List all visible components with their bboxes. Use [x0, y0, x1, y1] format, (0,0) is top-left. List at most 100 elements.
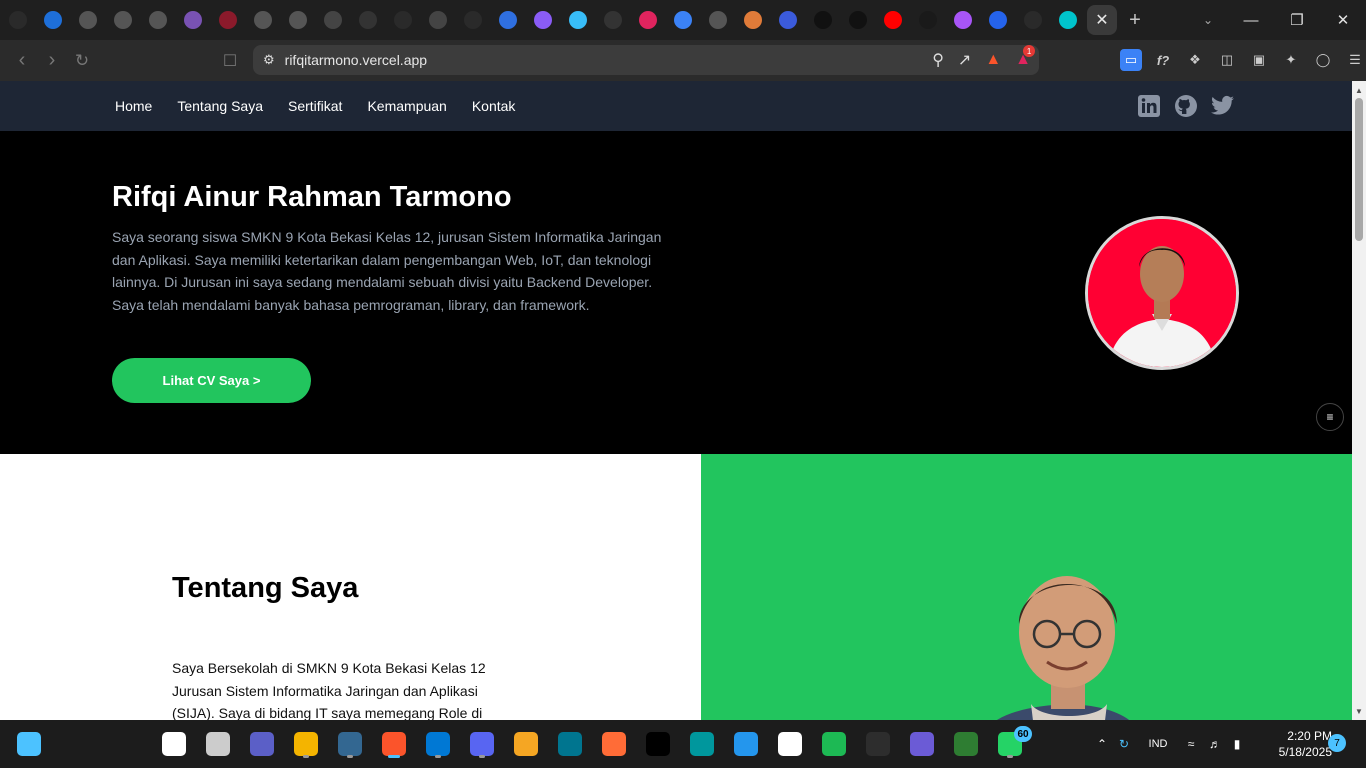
nav-sertifikat[interactable]: Sertifikat — [288, 98, 342, 114]
brave-icon[interactable] — [378, 728, 410, 760]
browser-tab[interactable] — [840, 0, 875, 40]
brave-shields-icon[interactable]: ▲ — [985, 51, 1001, 69]
green-app-icon[interactable] — [950, 728, 982, 760]
leo-ai-icon[interactable]: ✦ — [1280, 49, 1302, 71]
browser-tab[interactable] — [910, 0, 945, 40]
browser-tab[interactable] — [700, 0, 735, 40]
reload-button[interactable]: ↻ — [67, 46, 97, 76]
site-settings-icon[interactable]: ⚙ — [263, 52, 275, 68]
arduino-icon[interactable] — [686, 728, 718, 760]
notes-icon[interactable] — [906, 728, 938, 760]
url-text[interactable]: rifqitarmono.vercel.app — [285, 52, 427, 68]
browser-tab[interactable] — [70, 0, 105, 40]
browser-tab[interactable] — [1050, 0, 1085, 40]
zoom-icon[interactable]: ⚲ — [932, 50, 944, 70]
notion-icon[interactable] — [774, 728, 806, 760]
linkedin-icon[interactable] — [1136, 93, 1161, 118]
nav-tentang-saya[interactable]: Tentang Saya — [177, 98, 263, 114]
close-window-button[interactable]: ✕ — [1320, 0, 1366, 40]
clock[interactable]: 2:20 PM 5/18/2025 — [1262, 728, 1332, 760]
copy-extension-icon[interactable]: ▭ — [1120, 49, 1142, 71]
scroll-down-arrow-icon[interactable]: ▼ — [1352, 704, 1366, 718]
discord-icon[interactable] — [466, 728, 498, 760]
browser-tab[interactable] — [945, 0, 980, 40]
browser-tab[interactable] — [490, 0, 525, 40]
search-icon[interactable] — [158, 728, 190, 760]
minimize-button[interactable]: — — [1228, 0, 1274, 40]
nav-kemampuan[interactable]: Kemampuan — [367, 98, 446, 114]
wifi-icon[interactable]: ≈ — [1178, 737, 1204, 751]
notification-badge[interactable]: 7 — [1328, 734, 1346, 752]
browser-tab[interactable] — [630, 0, 665, 40]
back-button[interactable]: ‹ — [7, 46, 37, 76]
browser-tab[interactable] — [140, 0, 175, 40]
new-tab-button[interactable]: + — [1117, 0, 1153, 40]
start-icon[interactable] — [13, 728, 45, 760]
browser-tab[interactable] — [525, 0, 560, 40]
browser-tab[interactable] — [175, 0, 210, 40]
twitter-icon[interactable] — [1210, 93, 1235, 118]
browser-tab[interactable] — [980, 0, 1015, 40]
battery-icon[interactable]: ▮ — [1226, 737, 1248, 751]
view-cv-button[interactable]: Lihat CV Saya > — [112, 358, 311, 403]
browser-tab[interactable] — [1015, 0, 1050, 40]
volume-icon[interactable]: ♬ — [1204, 737, 1226, 751]
browser-tab[interactable] — [735, 0, 770, 40]
active-tab[interactable]: ✕ — [1087, 5, 1117, 35]
duck-icon[interactable] — [510, 728, 542, 760]
browser-tab[interactable] — [420, 0, 455, 40]
browser-tab[interactable] — [210, 0, 245, 40]
scrollbar-thumb[interactable] — [1355, 98, 1363, 241]
share-icon[interactable]: ↗ — [958, 50, 971, 70]
jetbrains-icon[interactable] — [642, 728, 674, 760]
nav-home[interactable]: Home — [115, 98, 152, 114]
browser-tab[interactable] — [280, 0, 315, 40]
whatsapp-icon[interactable]: 60 — [994, 726, 1032, 760]
sync-icon[interactable]: ↻ — [1110, 737, 1138, 751]
docker-icon[interactable] — [730, 728, 762, 760]
browser-tab[interactable] — [595, 0, 630, 40]
terminal-icon[interactable] — [862, 728, 894, 760]
browser-tab[interactable] — [245, 0, 280, 40]
vpn-icon[interactable]: ◯ — [1312, 49, 1334, 71]
file-explorer-icon[interactable] — [290, 728, 322, 760]
font-extension-icon[interactable]: f? — [1152, 49, 1174, 71]
browser-tab[interactable] — [35, 0, 70, 40]
bookmark-icon[interactable]: ☐ — [215, 46, 245, 76]
mysql-icon[interactable] — [554, 728, 586, 760]
wallet-icon[interactable]: ▣ — [1248, 49, 1270, 71]
browser-tab[interactable] — [665, 0, 700, 40]
spotify-icon[interactable] — [818, 728, 850, 760]
tray-overflow-chevron-icon[interactable]: ⌃ — [1094, 737, 1110, 751]
browser-tab[interactable] — [105, 0, 140, 40]
tab-search-chevron-icon[interactable]: ⌄ — [1188, 0, 1228, 40]
vscode-icon[interactable] — [422, 728, 454, 760]
github-icon[interactable] — [1173, 93, 1198, 118]
browser-tab[interactable] — [0, 0, 35, 40]
brave-rewards-icon[interactable]: ▲ 1 — [1015, 45, 1036, 69]
postgres-icon[interactable] — [334, 728, 366, 760]
browser-tab[interactable] — [770, 0, 805, 40]
video-call-icon[interactable] — [246, 728, 278, 760]
sidebar-toggle-icon[interactable]: ◫ — [1216, 49, 1238, 71]
restore-button[interactable]: ❐ — [1274, 0, 1320, 40]
menu-icon[interactable]: ☰ — [1344, 49, 1366, 71]
browser-tab[interactable] — [315, 0, 350, 40]
page-scrollbar[interactable]: ▲ ▼ — [1352, 81, 1366, 720]
extensions-puzzle-icon[interactable]: ❖ — [1184, 49, 1206, 71]
forward-button[interactable]: › — [37, 46, 67, 76]
browser-tab[interactable] — [875, 0, 910, 40]
browser-tab[interactable] — [350, 0, 385, 40]
postman-icon[interactable] — [598, 728, 630, 760]
input-language[interactable]: IND — [1138, 738, 1178, 750]
close-tab-icon[interactable]: ✕ — [1095, 10, 1108, 30]
browser-tab[interactable] — [805, 0, 840, 40]
browser-tab[interactable] — [455, 0, 490, 40]
floating-menu-button[interactable]: ≡ — [1316, 403, 1344, 431]
browser-tab[interactable] — [385, 0, 420, 40]
nav-kontak[interactable]: Kontak — [472, 98, 516, 114]
browser-tab[interactable] — [560, 0, 595, 40]
scroll-up-arrow-icon[interactable]: ▲ — [1352, 83, 1366, 97]
task-view-icon[interactable] — [202, 728, 234, 760]
address-bar[interactable]: ⚙ rifqitarmono.vercel.app ⚲ ↗ ▲ ▲ 1 — [253, 45, 1039, 75]
